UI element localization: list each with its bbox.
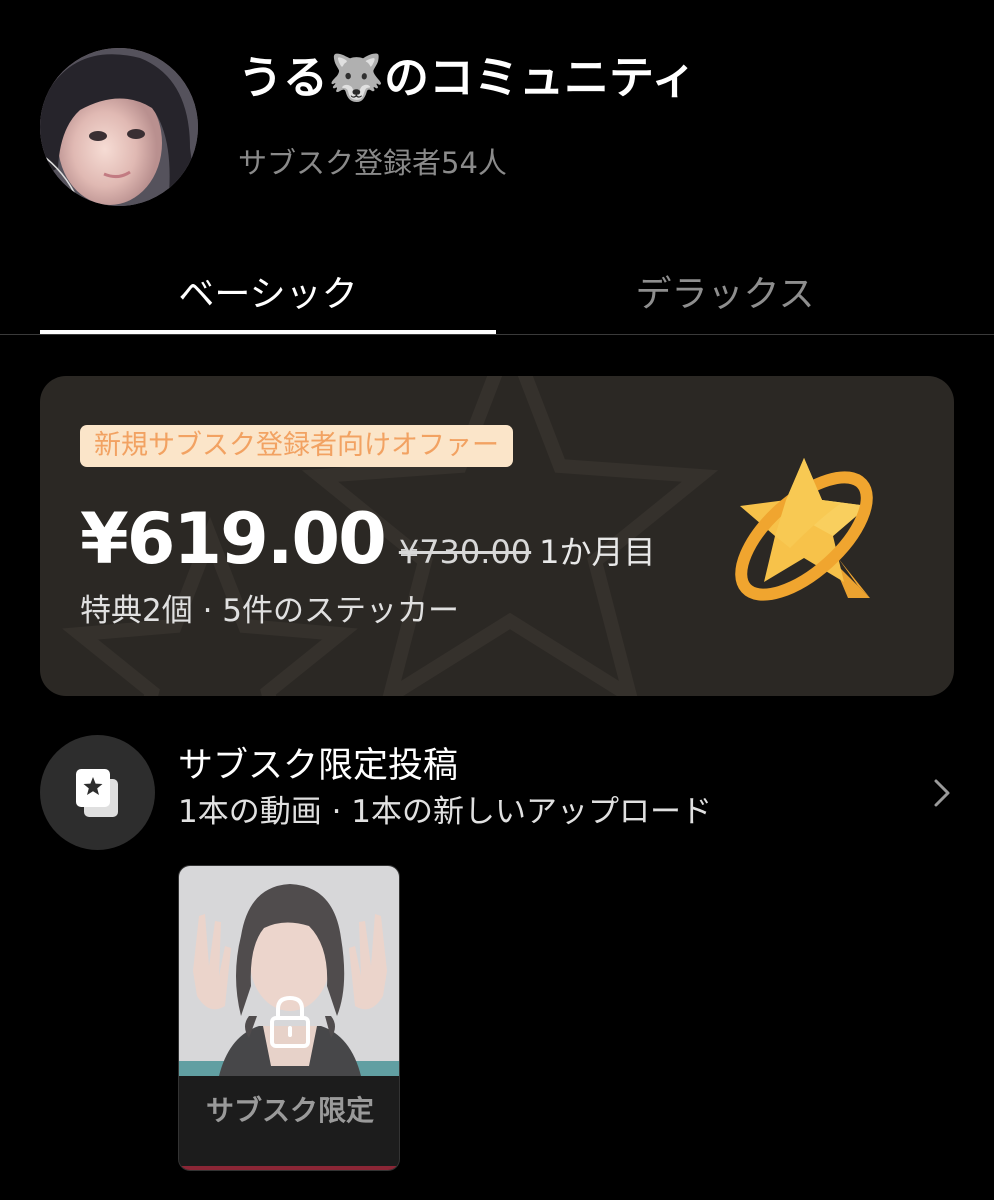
tab-deluxe[interactable]: デラックス — [497, 250, 953, 332]
subscriber-count: サブスク登録者54人 — [238, 146, 507, 180]
tabs-divider — [0, 334, 994, 335]
exclusive-posts-title: サブスク限定投稿 — [178, 746, 459, 786]
locked-post-thumbnail[interactable]: サブスク限定 — [178, 865, 400, 1171]
exclusive-posts-glyph — [76, 769, 118, 817]
exclusive-posts-icon — [40, 735, 155, 850]
exclusive-label: サブスク限定 — [205, 1094, 374, 1127]
community-title: うる🐺のコミュニティ — [238, 51, 697, 104]
subscription-offer-card[interactable]: 新規サブスク登録者向けオファー ¥619.00 ¥730.00 1か月目 特典2… — [40, 376, 954, 696]
tab-basic[interactable]: ベーシック — [40, 250, 496, 332]
star-orbit-icon — [735, 458, 873, 601]
price-period: 1か月目 — [539, 533, 656, 571]
exclusive-posts-subtitle: 1本の動画 · 1本の新しいアップロード — [178, 794, 713, 830]
avatar-image — [40, 48, 198, 206]
lock-icon — [270, 995, 310, 1048]
original-price: ¥730.00 — [398, 533, 532, 571]
exclusive-posts-row[interactable]: サブスク限定投稿 1本の動画 · 1本の新しいアップロード — [40, 735, 954, 850]
community-avatar[interactable] — [40, 48, 198, 206]
new-subscriber-offer-badge: 新規サブスク登録者向けオファー — [80, 425, 513, 467]
offer-benefits: 特典2個 · 5件のステッカー — [80, 593, 460, 629]
offer-price: ¥619.00 — [80, 498, 387, 580]
price-row: ¥619.00 ¥730.00 1か月目 — [80, 498, 656, 588]
chevron-right-icon[interactable] — [930, 775, 954, 811]
plan-tabs: ベーシック デラックス — [0, 250, 994, 335]
thumbnail-bottom-bar — [179, 1166, 399, 1170]
